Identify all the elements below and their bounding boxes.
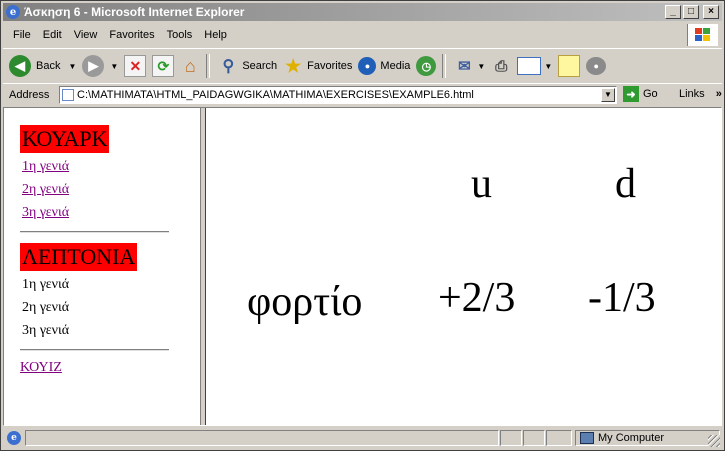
chevron-right-icon: » <box>715 88 722 100</box>
edit-dropdown-icon[interactable]: ▼ <box>544 62 552 71</box>
standard-toolbar: ◀ Back ▼ ▶ ▼ ✕ ⟳ ⌂ ⚲ Search ★ Favorites … <box>3 48 722 84</box>
go-label: Go <box>643 88 658 100</box>
menu-tools[interactable]: Tools <box>167 29 193 41</box>
header-d: d <box>615 161 636 207</box>
messenger-button[interactable]: ● <box>586 57 607 75</box>
windows-flag-icon <box>687 24 718 46</box>
page-icon <box>62 89 74 101</box>
star-icon: ★ <box>285 55 302 76</box>
media-button[interactable]: ● Media <box>358 57 410 75</box>
address-label: Address <box>9 89 50 101</box>
content-frame: u d φορτίο +2/3 -1/3 <box>206 108 721 425</box>
close-button[interactable]: × <box>703 5 719 19</box>
lepton-item-gen3: 3η γενιά <box>22 323 70 338</box>
my-computer-icon <box>580 432 594 444</box>
page-content: ΚΟΥΑΡΚ 1η γενιά 2η γενιά 3η γενιά ΛΕΠΤΟΝ… <box>3 107 722 426</box>
search-icon: ⚲ <box>222 58 235 75</box>
links-label: Links <box>679 88 705 100</box>
stop-button[interactable]: ✕ <box>124 55 147 77</box>
history-button[interactable]: ◷ <box>416 56 437 76</box>
lepton-item-gen2: 2η γενιά <box>22 300 70 315</box>
favorites-button[interactable]: ★ Favorites <box>283 56 352 76</box>
refresh-button[interactable]: ⟳ <box>152 55 175 77</box>
go-button[interactable]: ➜ Go <box>623 86 658 102</box>
menu-view[interactable]: View <box>74 29 98 41</box>
back-arrow-icon: ◀ <box>9 55 31 77</box>
quarks-heading: ΚΟΥΑΡΚ <box>20 125 110 153</box>
header-u: u <box>471 161 492 207</box>
address-dropdown-icon[interactable]: ▼ <box>601 88 615 102</box>
mail-icon: ✉ <box>458 58 471 75</box>
quiz-link[interactable]: ΚΟΥΙΖ <box>20 360 62 376</box>
title-bar[interactable]: e Άσκηση 6 - Microsoft Internet Explorer… <box>3 3 722 21</box>
lepton-item-gen1: 1η γενιά <box>22 277 70 292</box>
forward-arrow-icon: ▶ <box>82 55 105 77</box>
back-label: Back <box>36 60 61 72</box>
toolbar-separator <box>442 54 447 78</box>
security-zone: My Computer <box>575 430 720 446</box>
search-button[interactable]: ⚲ Search <box>218 56 277 76</box>
minimize-button[interactable]: _ <box>665 5 681 19</box>
home-icon: ⌂ <box>184 55 196 76</box>
status-cell <box>546 430 572 446</box>
resize-grip-icon[interactable] <box>708 435 720 447</box>
mail-button[interactable]: ✉ ▼ <box>454 56 485 76</box>
media-label: Media <box>380 60 411 72</box>
charge-u-value: +2/3 <box>438 275 516 321</box>
go-arrow-icon: ➜ <box>623 86 639 102</box>
status-cell <box>500 430 522 446</box>
menu-file[interactable]: File <box>13 29 31 41</box>
quark-link-gen3[interactable]: 3η γενιά <box>22 205 69 221</box>
status-bar: e My Computer <box>3 428 722 448</box>
address-bar: Address C:\MATHIMATA\HTML_PAIDAGWGIKA\MA… <box>3 83 722 106</box>
window-title: Άσκηση 6 - Microsoft Internet Explorer <box>24 5 245 19</box>
media-globe-icon: ● <box>358 57 377 75</box>
menu-bar: File Edit View Favorites Tools Help <box>3 24 722 46</box>
back-dropdown-icon[interactable]: ▼ <box>68 62 76 71</box>
forward-dropdown-icon[interactable]: ▼ <box>110 62 118 71</box>
quark-link-gen1[interactable]: 1η γενιά <box>22 159 69 175</box>
refresh-icon: ⟳ <box>152 55 175 77</box>
links-button[interactable]: Links » <box>679 88 722 100</box>
home-button[interactable]: ⌂ <box>180 56 200 76</box>
search-label: Search <box>242 60 278 72</box>
forward-button[interactable]: ▶ ▼ <box>82 55 118 77</box>
zone-label: My Computer <box>598 432 665 444</box>
menu-edit[interactable]: Edit <box>43 29 62 41</box>
charge-label: φορτίο <box>247 279 363 325</box>
address-value: C:\MATHIMATA\HTML_PAIDAGWGIKA\MATHIMA\EX… <box>77 89 474 101</box>
status-text-cell <box>25 430 499 446</box>
charge-d-value: -1/3 <box>588 275 656 321</box>
history-icon: ◷ <box>416 56 437 76</box>
browser-window: e Άσκηση 6 - Microsoft Internet Explorer… <box>0 0 725 451</box>
print-button[interactable]: ⎙ <box>491 56 511 76</box>
favorites-label: Favorites <box>307 60 353 72</box>
page-status-icon: e <box>7 431 21 445</box>
menu-help[interactable]: Help <box>204 29 227 41</box>
back-button[interactable]: ◀ Back ▼ <box>9 55 76 77</box>
messenger-icon: ● <box>586 57 607 75</box>
edit-page-icon <box>517 57 542 75</box>
divider <box>20 349 169 351</box>
maximize-button[interactable]: □ <box>683 5 699 19</box>
printer-icon: ⎙ <box>495 57 508 75</box>
navigation-frame: ΚΟΥΑΡΚ 1η γενιά 2η γενιά 3η γενιά ΛΕΠΤΟΝ… <box>4 108 200 425</box>
toolbar-separator <box>206 54 211 78</box>
discuss-button[interactable] <box>558 55 581 77</box>
edit-button[interactable]: ▼ <box>517 57 552 75</box>
address-input[interactable]: C:\MATHIMATA\HTML_PAIDAGWGIKA\MATHIMA\EX… <box>59 86 617 104</box>
divider <box>20 231 169 233</box>
leptons-heading: ΛΕΠΤΟΝΙΑ <box>20 243 138 271</box>
note-icon <box>558 55 581 77</box>
quark-link-gen2[interactable]: 2η γενιά <box>22 182 69 198</box>
ie-logo-icon: e <box>6 5 20 19</box>
stop-icon: ✕ <box>124 55 147 77</box>
mail-dropdown-icon[interactable]: ▼ <box>477 62 485 71</box>
menu-favorites[interactable]: Favorites <box>109 29 154 41</box>
status-cell <box>523 430 545 446</box>
